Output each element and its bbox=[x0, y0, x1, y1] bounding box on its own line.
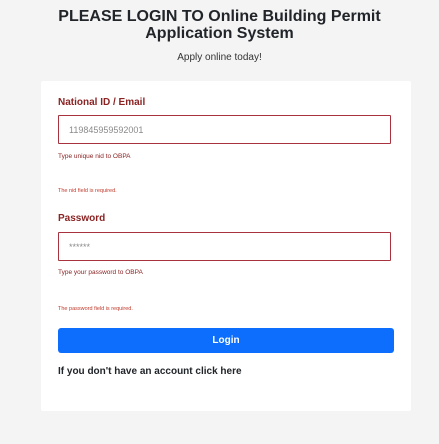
password-input[interactable] bbox=[59, 233, 390, 260]
password-error-text: The password field is required. bbox=[58, 306, 133, 312]
nid-field-wrapper bbox=[58, 115, 391, 144]
nid-error-text: The nid field is required. bbox=[58, 188, 117, 194]
password-field-wrapper bbox=[58, 232, 391, 261]
tagline: Apply online today! bbox=[177, 52, 262, 63]
login-button[interactable]: Login bbox=[58, 328, 394, 353]
nid-label: National ID / Email bbox=[58, 97, 146, 108]
login-card: National ID / Email Type unique nid to O… bbox=[41, 81, 411, 411]
nid-input[interactable] bbox=[59, 116, 390, 143]
password-label: Password bbox=[58, 213, 106, 224]
nid-help-text: Type unique nid to OBPA bbox=[58, 153, 131, 160]
register-link[interactable]: If you don't have an account click here bbox=[58, 366, 242, 377]
page-title: PLEASE LOGIN TO Online Building Permit A… bbox=[58, 8, 381, 42]
password-help-text: Type your password to OBPA bbox=[58, 269, 143, 276]
page-header: PLEASE LOGIN TO Online Building Permit A… bbox=[0, 8, 439, 63]
